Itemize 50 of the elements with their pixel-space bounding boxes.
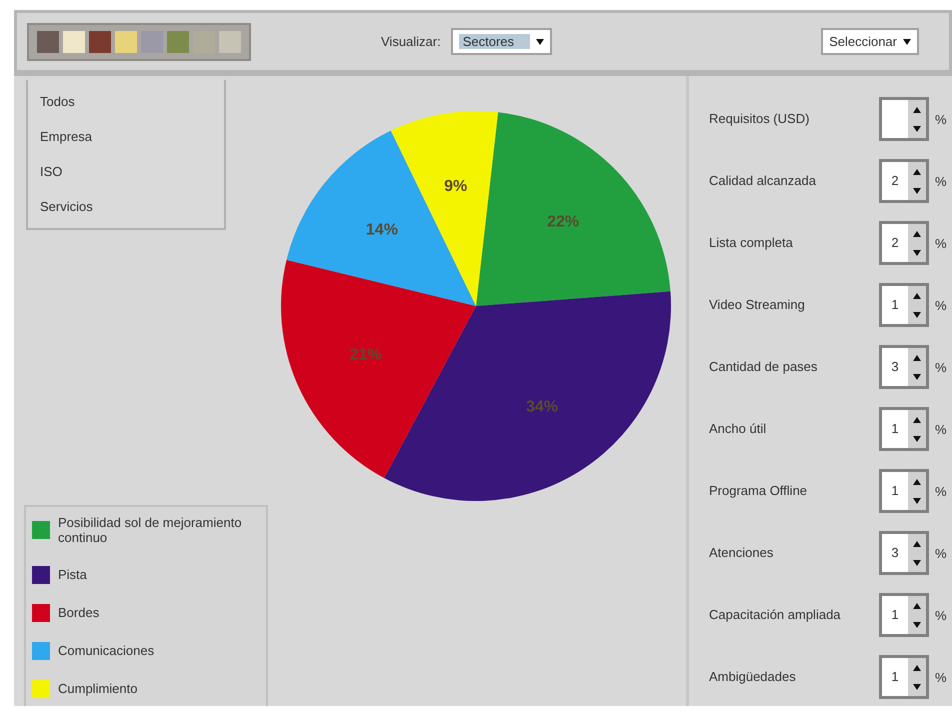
unit-label: % — [935, 670, 947, 684]
unit-label: % — [935, 422, 947, 436]
number-spinner[interactable]: 1 — [879, 469, 929, 513]
legend-label: Comunicaciones — [58, 643, 154, 659]
caret-icon — [903, 38, 911, 44]
criterion-label: Ancho útil — [709, 420, 768, 438]
legend-label: Bordes — [58, 605, 100, 621]
unit-label: % — [935, 546, 947, 560]
unit-label: % — [935, 174, 947, 188]
unit-label: % — [935, 236, 947, 250]
criterion-label: Ambigüedades — [709, 668, 797, 686]
logo-icon — [27, 22, 251, 60]
list-item[interactable]: ISO — [36, 154, 216, 189]
percent-label: 22% — [547, 213, 580, 230]
caret-icon — [536, 38, 544, 44]
criterion-label: Programa Offline — [709, 482, 808, 500]
number-spinner[interactable] — [879, 97, 929, 141]
number-spinner[interactable]: 2 — [879, 159, 929, 203]
percent-label: 9% — [444, 178, 468, 196]
number-spinner[interactable]: 1 — [879, 593, 929, 637]
number-spinner[interactable]: 1 — [879, 655, 929, 699]
number-spinner[interactable]: 2 — [879, 221, 929, 265]
unit-label: % — [935, 360, 947, 374]
unit-label: % — [935, 298, 947, 312]
unit-label: % — [935, 484, 947, 498]
percent-label: 21% — [350, 346, 382, 364]
unit-label: % — [935, 112, 947, 126]
view-dropdown[interactable]: Sectores — [450, 28, 552, 55]
legend-label: Pista — [58, 567, 87, 583]
criterion-label: Video Streaming — [709, 296, 806, 314]
legend-label: Posibilidad sol de mejoramiento continuo — [58, 514, 243, 546]
criterion-label: Cantidad de pases — [709, 358, 818, 376]
filter-dropdown[interactable]: Seleccionar — [821, 28, 919, 55]
percent-label: 34% — [526, 398, 558, 416]
view-label: Visualizar: — [381, 34, 441, 49]
criterion-label: Lista completa — [709, 234, 794, 252]
criterion-label: Calidad alcanzada — [709, 172, 817, 190]
unit-label: % — [935, 608, 947, 622]
number-spinner[interactable]: 1 — [879, 283, 929, 327]
list-item[interactable]: Servicios — [36, 189, 216, 224]
criterion-label: Capacitación ampliada — [709, 606, 842, 624]
list-item[interactable]: Empresa — [36, 119, 216, 154]
number-spinner[interactable]: 3 — [879, 531, 929, 575]
criterion-label: Atenciones — [709, 544, 774, 562]
percent-label: 14% — [366, 221, 398, 238]
criterion-label: Requisitos (USD) — [709, 110, 810, 128]
number-spinner[interactable]: 3 — [879, 345, 929, 389]
list-item[interactable]: Todos — [36, 84, 216, 119]
number-spinner[interactable]: 1 — [879, 407, 929, 451]
legend-label: Cumplimiento — [58, 681, 138, 697]
